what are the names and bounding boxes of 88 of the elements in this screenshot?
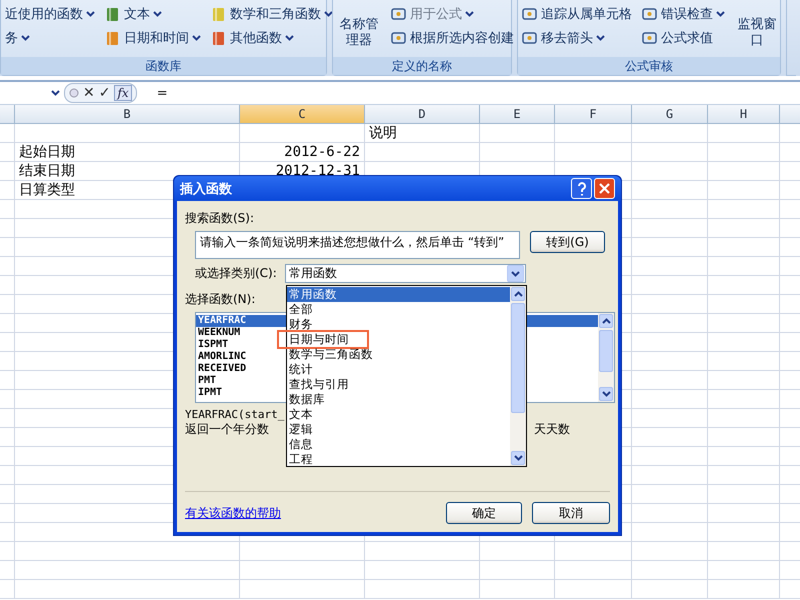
caret-icon [514, 291, 522, 297]
category-option[interactable]: 数据库 [287, 392, 510, 407]
caret-icon [153, 11, 162, 17]
column-header[interactable]: F [555, 105, 632, 124]
ribbon-button[interactable]: 错误检查 [642, 5, 725, 23]
function-description: 天天数 [534, 421, 570, 438]
caret-icon [285, 35, 294, 41]
column-header[interactable]: E [480, 105, 555, 124]
ribbon-large-button[interactable]: 监视窗口 [735, 3, 779, 49]
caret-icon [602, 391, 610, 397]
ok-button[interactable]: 确定 [446, 502, 522, 524]
column-header[interactable]: D [365, 105, 480, 124]
caret-icon [51, 90, 60, 96]
question-icon [576, 182, 586, 196]
ribbon-button[interactable]: 文本 [105, 5, 201, 23]
ribbon-button[interactable]: 近使用的函数 [5, 5, 95, 23]
caret-icon [596, 35, 605, 41]
ribbon-large-button[interactable]: 名称管理器 [337, 3, 381, 49]
enter-button[interactable]: ✓ [98, 85, 110, 101]
table-cell: 2012-6-22 [240, 143, 365, 162]
ribbon-button[interactable]: 日期和时间 [105, 29, 201, 47]
tool-icon [391, 30, 407, 46]
caret-icon [192, 35, 201, 41]
table-cell: 说明 [365, 124, 480, 143]
search-label: 搜索函数(S): [185, 210, 254, 227]
cancel-button[interactable]: 取消 [532, 502, 610, 524]
caret-icon [21, 35, 30, 41]
caret-icon [86, 11, 95, 17]
category-option[interactable]: 信息 [287, 437, 510, 452]
category-option[interactable]: 常用函数 [287, 287, 510, 302]
group-label: 定义的名称 [333, 57, 511, 75]
help-button[interactable] [571, 178, 592, 199]
circle-icon [69, 88, 79, 98]
caret-icon [514, 455, 522, 461]
ribbon-button[interactable]: 公式求值 [642, 29, 725, 47]
caret-icon [324, 11, 333, 17]
column-header[interactable]: G [632, 105, 708, 124]
category-option[interactable]: 全部 [287, 302, 510, 317]
column-header[interactable]: H [708, 105, 780, 124]
category-option[interactable]: 统计 [287, 362, 510, 377]
caret-icon [465, 11, 474, 17]
dialog-title: 插入函数 [180, 180, 233, 198]
tool-icon [642, 6, 658, 22]
go-button[interactable]: 转到(G) [530, 231, 605, 253]
category-label: 或选择类别(C): [195, 265, 278, 282]
category-option[interactable]: 查找与引用 [287, 377, 510, 392]
category-select[interactable]: 常用函数 [285, 264, 526, 283]
ribbon-button[interactable]: 根据所选内容创建 [391, 29, 514, 47]
category-option[interactable]: 数学与三角函数 [287, 347, 510, 362]
group-label: 公式审核 [518, 57, 780, 75]
ribbon-button[interactable]: 移去箭头 [522, 29, 632, 47]
cancel-button[interactable]: ✕ [83, 85, 95, 101]
scrollbar[interactable] [598, 313, 614, 402]
book-icon [105, 6, 121, 22]
book-icon [211, 30, 227, 46]
function-label: 选择函数(N): [185, 291, 256, 308]
caret-icon [511, 270, 520, 276]
column-header [0, 105, 15, 124]
insert-function-button[interactable]: fx [114, 85, 132, 101]
help-link[interactable]: 有关该函数的帮助 [185, 506, 281, 520]
book-icon [211, 6, 227, 22]
category-option[interactable]: 日期与时间 [277, 330, 369, 349]
ribbon-button[interactable]: 追踪从属单元格 [522, 5, 632, 23]
tool-icon [522, 30, 538, 46]
category-option[interactable]: 工程 [287, 452, 510, 467]
group-label: 函数库 [1, 57, 326, 75]
category-option[interactable]: 财务 [287, 317, 510, 332]
column-header[interactable]: B [15, 105, 240, 124]
table-cell: 起始日期 [15, 143, 240, 162]
search-field[interactable]: 请输入一条简短说明来描述您想做什么，然后单击 “转到” [195, 231, 520, 259]
tool-icon [522, 6, 538, 22]
category-option[interactable]: 文本 [287, 407, 510, 422]
ribbon-button[interactable]: 务 [5, 29, 95, 47]
formula-value: = [156, 86, 168, 100]
function-syntax: YEARFRAC(start_ [185, 408, 284, 421]
tool-icon [642, 30, 658, 46]
close-button[interactable] [594, 178, 615, 199]
category-option[interactable]: 逻辑 [287, 422, 510, 437]
scrollbar[interactable] [510, 286, 526, 466]
caret-icon [716, 11, 725, 17]
tool-icon [391, 6, 407, 22]
ribbon-button[interactable]: 数学和三角函数 [211, 5, 333, 23]
close-icon [599, 183, 610, 194]
caret-icon [602, 318, 610, 324]
ribbon-button[interactable]: 其他函数 [211, 29, 333, 47]
book-icon [105, 30, 121, 46]
column-header[interactable]: C [240, 105, 365, 124]
function-description: 返回一个年分数 [185, 421, 269, 438]
